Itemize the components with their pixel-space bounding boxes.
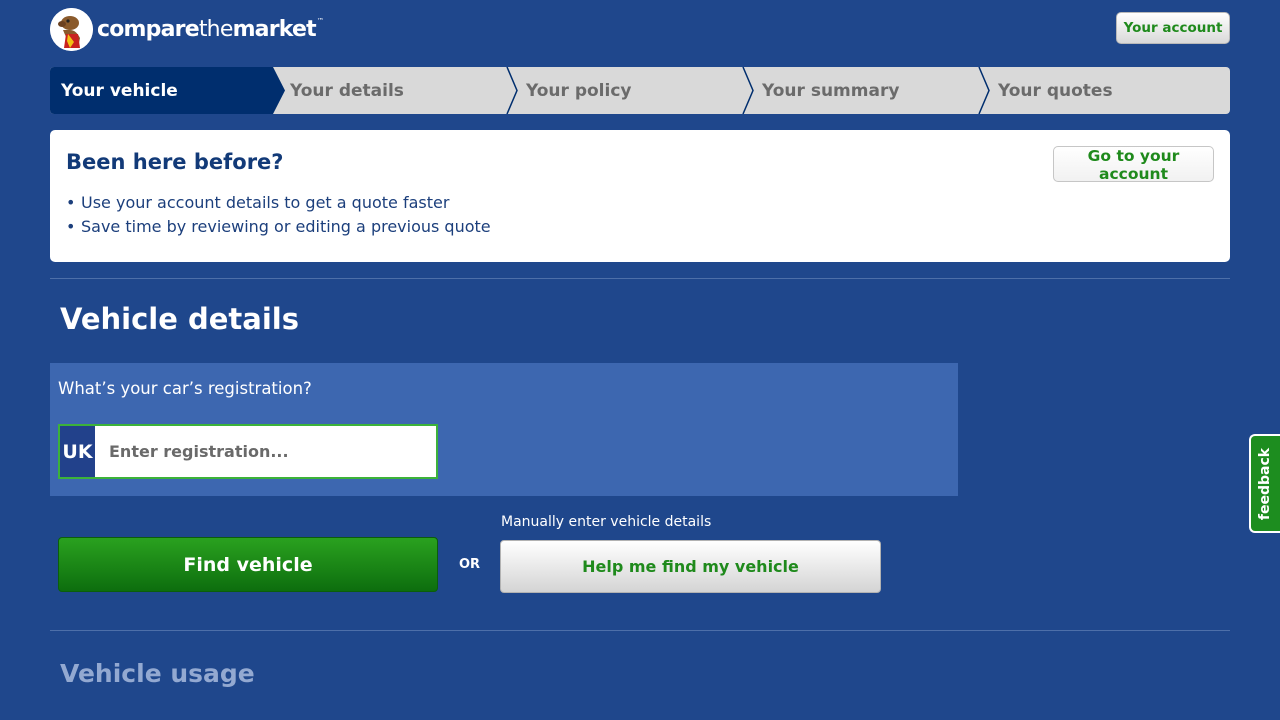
meerkat-icon <box>50 8 93 51</box>
help-find-vehicle-button[interactable]: Help me find my vehicle <box>500 540 881 593</box>
registration-box: What’s your car’s registration? UK <box>50 363 958 496</box>
your-account-button[interactable]: Your account <box>1116 12 1230 44</box>
uk-plate-badge: UK <box>60 426 95 477</box>
section-divider <box>50 630 1230 631</box>
feedback-label: feedback <box>1257 447 1274 520</box>
vehicle-details-title: Vehicle details <box>60 302 300 336</box>
step-your-details[interactable]: Your details <box>279 67 509 114</box>
feedback-tab[interactable]: feedback <box>1249 434 1280 533</box>
site-logo[interactable]: comparethemarket™ <box>50 8 324 51</box>
go-to-account-button[interactable]: Go to your account <box>1053 146 1214 183</box>
registration-question: What’s your car’s registration? <box>58 379 312 398</box>
or-separator: OR <box>459 557 481 572</box>
step-your-policy[interactable]: Your policy <box>515 67 745 114</box>
logo-wordmark: comparethemarket™ <box>97 17 324 42</box>
step-label: Your quotes <box>998 80 1113 101</box>
find-vehicle-button[interactable]: Find vehicle <box>58 537 438 592</box>
step-label: Your policy <box>526 80 632 101</box>
manual-entry-label: Manually enter vehicle details <box>501 514 712 530</box>
registration-field: UK <box>58 424 438 479</box>
list-item: Use your account details to get a quote … <box>66 191 491 215</box>
registration-input[interactable] <box>95 426 436 477</box>
step-label: Your summary <box>762 80 900 101</box>
returning-title: Been here before? <box>66 150 284 174</box>
vehicle-usage-title: Vehicle usage <box>60 659 255 688</box>
step-label: Your details <box>290 80 404 101</box>
list-item: Save time by reviewing or editing a prev… <box>66 215 491 239</box>
section-divider <box>50 278 1230 279</box>
returning-bullets: Use your account details to get a quote … <box>66 191 491 239</box>
step-your-quotes[interactable]: Your quotes <box>987 67 1230 114</box>
returning-user-panel: Been here before? Use your account detai… <box>50 130 1230 262</box>
progress-stepper: Your vehicle Your details Your policy Yo… <box>50 67 1230 114</box>
step-label: Your vehicle <box>61 80 178 101</box>
step-your-vehicle[interactable]: Your vehicle <box>50 67 272 114</box>
step-your-summary[interactable]: Your summary <box>751 67 981 114</box>
